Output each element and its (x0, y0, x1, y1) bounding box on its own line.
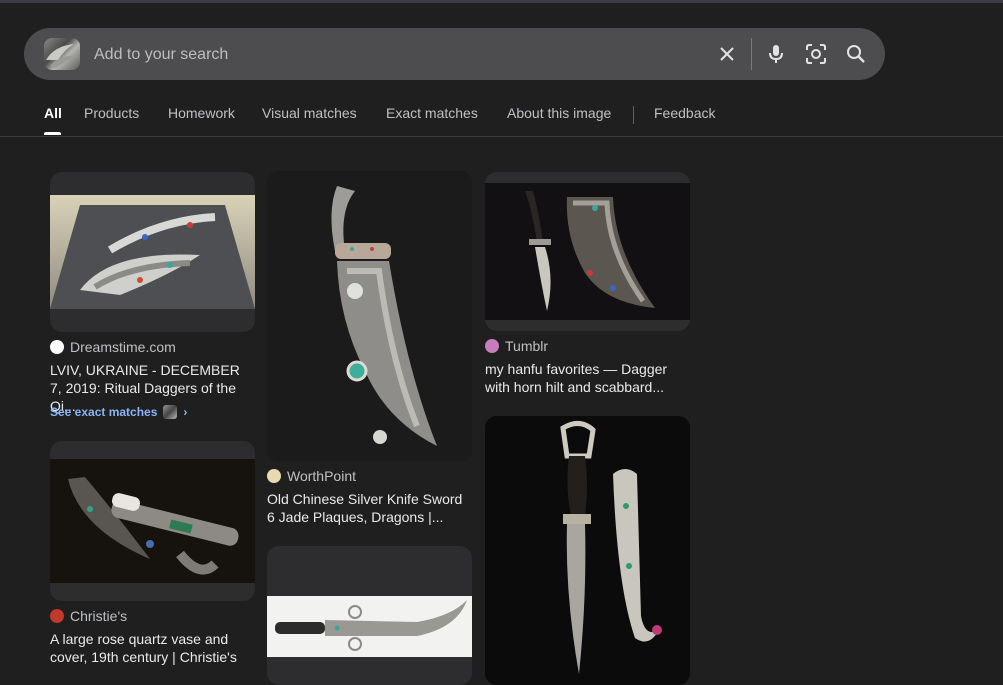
search-icon[interactable] (844, 42, 868, 66)
result-source-christies[interactable]: Christie's (50, 608, 127, 624)
search-input[interactable] (92, 40, 696, 70)
source-label: Dreamstime.com (70, 339, 176, 355)
chevron-right-icon: › (183, 405, 188, 419)
clear-icon[interactable] (715, 42, 739, 66)
result-image-dagger-sheath[interactable] (485, 416, 690, 685)
result-image-worthpoint[interactable] (267, 171, 472, 462)
tab-about-this-image[interactable]: About this image (507, 105, 611, 121)
see-exact-matches-link[interactable]: See exact matches › (50, 405, 187, 419)
window-top-edge (0, 0, 1003, 3)
tab-all[interactable]: All (44, 105, 62, 121)
tab-exact-matches[interactable]: Exact matches (386, 105, 478, 121)
worthpoint-favicon-icon (267, 469, 281, 483)
result-image-tumblr[interactable] (485, 172, 690, 331)
search-bar-divider (751, 38, 752, 70)
result-image-knife[interactable] (267, 546, 472, 685)
tab-products[interactable]: Products (84, 105, 139, 121)
active-tab-indicator (44, 132, 61, 135)
source-label: Christie's (70, 608, 128, 624)
tab-feedback[interactable]: Feedback (654, 105, 715, 121)
tumblr-favicon-icon (485, 339, 499, 353)
tab-homework[interactable]: Homework (168, 105, 235, 121)
exact-match-thumbnail-icon (163, 405, 178, 419)
lens-icon[interactable] (804, 42, 828, 66)
christies-favicon-icon (50, 609, 64, 623)
result-source-worthpoint[interactable]: WorthPoint (267, 468, 356, 484)
mic-icon[interactable] (764, 42, 788, 66)
result-image-christies[interactable] (50, 441, 255, 601)
tab-separator (633, 106, 634, 124)
tab-visual-matches[interactable]: Visual matches (262, 105, 357, 121)
source-label: Tumblr (505, 338, 549, 354)
result-title-worthpoint[interactable]: Old Chinese Silver Knife Sword 6 Jade Pl… (267, 490, 472, 526)
search-bar[interactable] (24, 28, 885, 80)
result-title-tumblr[interactable]: my hanfu favorites — Dagger with horn hi… (485, 360, 690, 396)
result-title-christies[interactable]: A large rose quartz vase and cover, 19th… (50, 630, 255, 666)
source-label: WorthPoint (287, 468, 356, 484)
see-exact-matches-label: See exact matches (50, 405, 158, 419)
result-source-dreamstime[interactable]: Dreamstime.com (50, 339, 176, 355)
dreamstime-favicon-icon (50, 340, 64, 354)
result-image-dreamstime[interactable] (50, 172, 255, 332)
search-image-thumbnail[interactable] (44, 38, 80, 70)
result-source-tumblr[interactable]: Tumblr (485, 338, 548, 354)
results-tabs: All Products Homework Visual matches Exa… (0, 96, 1003, 137)
